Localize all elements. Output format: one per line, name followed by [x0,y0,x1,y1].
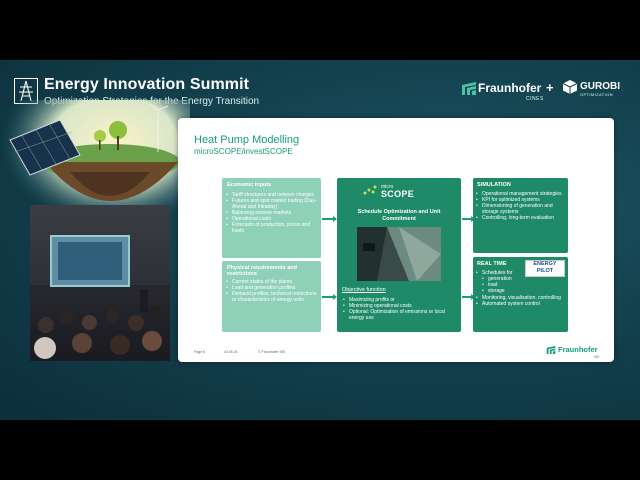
arrow-economic-to-center [322,216,337,221]
conference-room-photo [30,205,170,361]
letterbox-top [0,0,640,60]
slide-title: Heat Pump Modelling [194,134,300,146]
energy-pilot-badge: ENERGY PILOT [525,260,565,277]
arrow-center-to-realtime [462,294,475,299]
gurobi-tagline: OPTIMIZATION [580,92,613,97]
microscope-screenshot [357,227,441,281]
list-item: Automated system control [475,301,566,307]
economic-inputs-box: Economic inputs Tariff structures and ne… [222,178,321,258]
real-time-heading: REAL TIME [477,261,507,267]
list-item: Forecasts of production, prices and load… [225,222,319,234]
simulation-box: SIMULATION Operational management strate… [473,178,568,253]
objective-function-heading: Objective function [342,287,386,293]
fraunhofer-wordmark: Fraunhofer [478,81,542,95]
fraunhofer-footer-wordmark: Fraunhofer [558,345,598,354]
list-item: Futures and spot market trading (Day-Ahe… [225,198,319,210]
physical-requirements-box: Physical requirements and restrictions C… [222,261,321,332]
video-frame: Energy Innovation Summit Optimization St… [0,60,640,420]
list-item: Demand profiles, technical restrictions … [225,291,319,303]
list-item: storage [481,288,541,294]
presentation-slide: Heat Pump Modelling microSCOPE/investSCO… [178,118,614,362]
projection-screen [50,235,130,287]
letterbox-bottom [0,420,640,480]
schedule-optimization-heading: Schedule Optimization and Unit Commitmen… [357,209,441,222]
arrow-center-to-simulation [462,216,475,221]
list-item: Dimensioning of generation and storage s… [475,203,566,215]
arrow-physical-to-center [322,294,337,299]
slide-copyright: © Fraunhofer ISE [258,350,286,354]
simulation-heading: SIMULATION [477,182,511,188]
gurobi-wordmark: GUROBI [580,81,620,92]
microscope-box: micro SCOPE Schedule Optimization and Un… [337,178,461,332]
slide-subtitle: microSCOPE/investSCOPE [194,147,293,156]
fraunhofer-mark-icon [462,82,476,95]
microscope-logo-big: SCOPE [381,189,415,199]
fraunhofer-footer-unit: ISE [594,355,600,359]
energy-pilot-top: ENERGY [533,261,557,267]
real-time-box: REAL TIME ENERGY PILOT Schedules for gen… [473,257,568,332]
slide-date: 03.06.24 [224,350,238,354]
economic-inputs-heading: Economic inputs [227,182,272,188]
gurobi-cube-icon [563,80,577,94]
fraunhofer-footer-mark-icon [546,346,556,354]
energy-pilot-bottom: PILOT [536,268,554,274]
physical-requirements-heading: Physical requirements and restrictions [227,265,297,277]
list-item: Optional: Optimization of emissions or l… [342,309,458,321]
slide-page-number: Page 6 [194,350,206,354]
partner-plus: + [546,80,554,95]
summit-title: Energy Innovation Summit [44,76,250,93]
fraunhofer-unit: CINES [526,96,544,102]
list-item: Controlling, long-term evaluation [475,215,566,221]
microscope-dots-icon [363,185,377,195]
microscope-cover-graphic [357,227,441,281]
